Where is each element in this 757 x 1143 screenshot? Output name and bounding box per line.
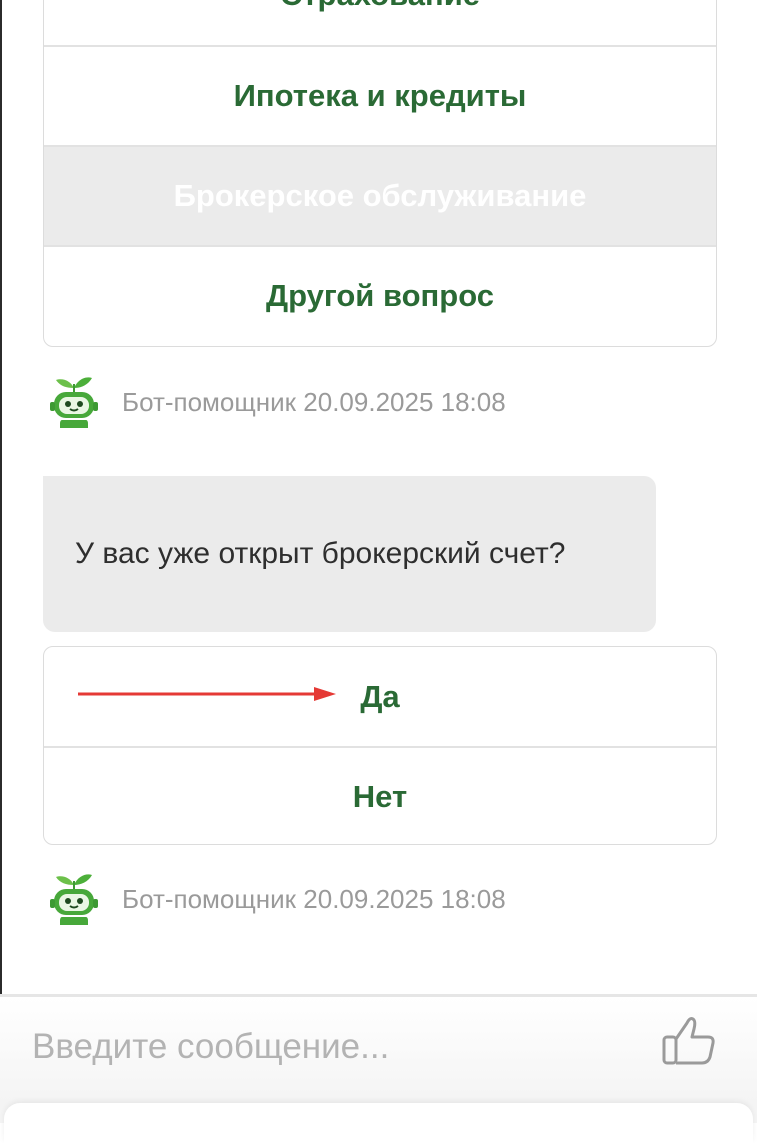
answer-no-button[interactable]: Нет bbox=[44, 746, 716, 844]
bot-message-bubble: У вас уже открыт брокерский счет? bbox=[43, 476, 656, 632]
robot-sprout-icon bbox=[50, 377, 98, 428]
bot-message-header: Бот-помощник 20.09.2025 18:08 bbox=[48, 372, 506, 432]
bot-message-text: У вас уже открыт брокерский счет? bbox=[75, 537, 566, 570]
topic-option-mortgage-credit[interactable]: Ипотека и кредиты bbox=[44, 45, 716, 145]
bot-author-timestamp: Бот-помощник 20.09.2025 18:08 bbox=[122, 387, 506, 418]
annotation-arrow bbox=[78, 687, 336, 701]
message-timestamp: 20.09.2025 18:08 bbox=[303, 386, 506, 417]
bot-message-header: Бот-помощник 20.09.2025 18:08 bbox=[48, 869, 506, 929]
robot-sprout-icon bbox=[50, 874, 98, 925]
answer-options-group: Да Нет bbox=[43, 646, 717, 845]
topic-option-brokerage: Брокерское обслуживание bbox=[44, 145, 716, 245]
bot-author: Бот-помощник bbox=[122, 386, 297, 417]
thumbs-up-icon[interactable] bbox=[660, 1011, 718, 1069]
topic-option-other[interactable]: Другой вопрос bbox=[44, 245, 716, 345]
topic-option-insurance[interactable]: Страхование bbox=[44, 0, 716, 45]
bot-author: Бот-помощник bbox=[122, 883, 297, 914]
window-left-edge bbox=[0, 0, 2, 1000]
message-input[interactable] bbox=[32, 1017, 632, 1077]
bot-author-timestamp: Бот-помощник 20.09.2025 18:08 bbox=[122, 884, 506, 915]
topic-options-group: Страхование Ипотека и кредиты Брокерское… bbox=[43, 0, 717, 347]
bottom-sheet-edge bbox=[4, 1103, 753, 1143]
message-timestamp: 20.09.2025 18:08 bbox=[303, 883, 506, 914]
